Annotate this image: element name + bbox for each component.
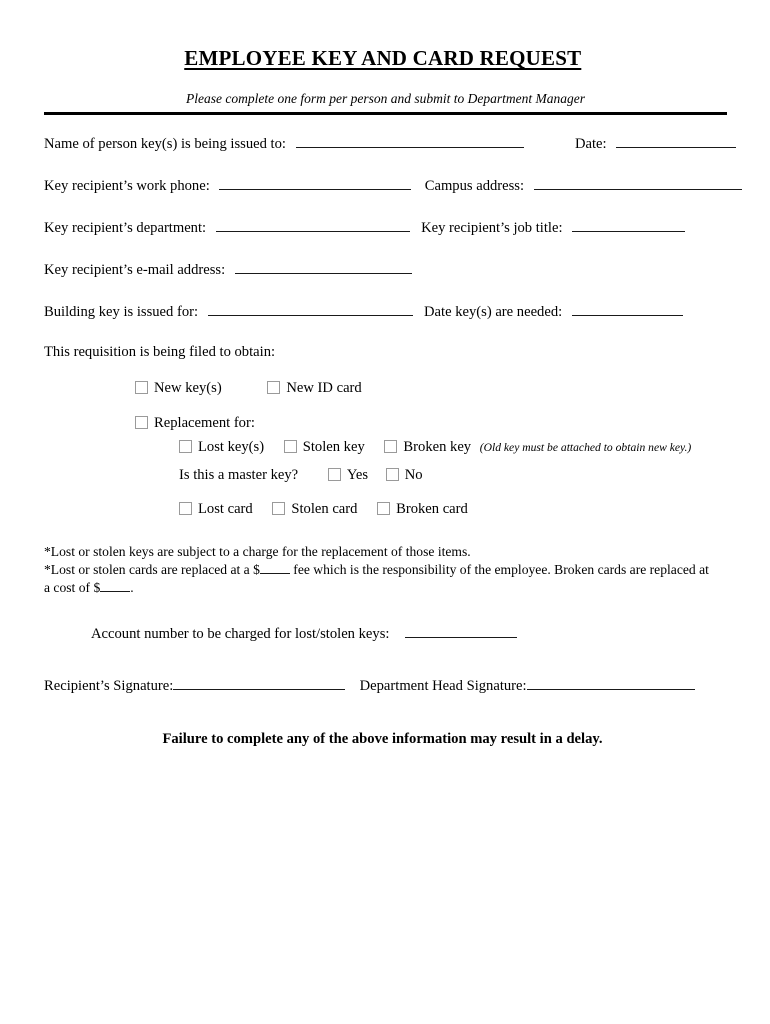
checkbox-broken-card[interactable]: Broken card bbox=[377, 500, 468, 518]
job-title-input[interactable] bbox=[572, 217, 686, 232]
name-label: Name of person key(s) is being issued to… bbox=[44, 135, 286, 152]
footnote-cards-fee-part1: *Lost or stolen cards are replaced at a … bbox=[44, 561, 260, 577]
date-label: Date: bbox=[574, 135, 607, 152]
header-divider bbox=[44, 111, 727, 115]
email-label: Key recipient’s e-mail address: bbox=[44, 261, 226, 278]
checkbox-lost-card[interactable]: Lost card bbox=[179, 500, 253, 518]
replacement-row: Replacement for: bbox=[44, 414, 727, 432]
checkbox-box-icon[interactable] bbox=[377, 502, 391, 516]
campus-address-input[interactable] bbox=[533, 175, 742, 190]
account-number-row: Account number to be charged for lost/st… bbox=[44, 623, 727, 643]
account-number-input[interactable] bbox=[405, 623, 518, 638]
document-body: EMPLOYEE KEY AND CARD REQUEST Please com… bbox=[44, 0, 742, 748]
checkbox-broken-key[interactable]: Broken key bbox=[384, 438, 471, 456]
department-input[interactable] bbox=[215, 217, 410, 232]
email-row: Key recipient’s e-mail address: bbox=[44, 259, 727, 279]
checkbox-broken-key-label: Broken key bbox=[403, 439, 472, 456]
checkbox-lost-card-label: Lost card bbox=[198, 501, 253, 518]
checkbox-box-icon[interactable] bbox=[384, 440, 398, 454]
page-title: EMPLOYEE KEY AND CARD REQUEST bbox=[44, 0, 727, 69]
checkbox-box-icon[interactable] bbox=[327, 468, 341, 482]
checkbox-stolen-key[interactable]: Stolen key bbox=[283, 438, 365, 456]
closing-statement: Failure to complete any of the above inf… bbox=[162, 731, 603, 748]
checkbox-new-id-card[interactable]: New ID card bbox=[267, 379, 362, 397]
department-head-signature-label: Department Head Signature: bbox=[359, 677, 527, 694]
checkbox-master-key-no-label: No bbox=[404, 467, 423, 484]
page-subtitle: Please complete one form per person and … bbox=[186, 91, 585, 106]
date-needed-label: Date key(s) are needed: bbox=[424, 304, 563, 321]
checkbox-box-icon[interactable] bbox=[385, 468, 399, 482]
card-replacement-options-row: Lost card Stolen card Broken card bbox=[44, 500, 727, 518]
card-fee-input[interactable] bbox=[259, 561, 290, 574]
footnote-cards-fee: *Lost or stolen cards are replaced at a … bbox=[44, 561, 727, 579]
checkbox-lost-keys-label: Lost key(s) bbox=[198, 439, 265, 456]
document-page: EMPLOYEE KEY AND CARD REQUEST Please com… bbox=[0, 0, 770, 1024]
department-label: Key recipient’s department: bbox=[44, 219, 207, 236]
campus-address-label: Campus address: bbox=[424, 177, 525, 194]
checkbox-box-icon[interactable] bbox=[267, 380, 281, 394]
footnote-broken-card-cost-part1: a cost of $ bbox=[44, 580, 101, 596]
checkbox-master-key-yes[interactable]: Yes bbox=[327, 466, 369, 484]
department-jobtitle-row: Key recipient’s department: Key recipien… bbox=[44, 217, 727, 237]
checkbox-master-key-yes-label: Yes bbox=[346, 467, 369, 484]
recipient-signature-input[interactable] bbox=[173, 675, 346, 690]
footnote-broken-card-cost-part2: . bbox=[130, 580, 134, 596]
account-number-label: Account number to be charged for lost/st… bbox=[91, 625, 390, 642]
broken-key-note: (Old key must be attached to obtain new … bbox=[479, 441, 692, 455]
master-key-row: Is this a master key? Yes No bbox=[44, 466, 727, 484]
footnote-cards-fee-part2: fee which is the responsibility of the e… bbox=[289, 561, 709, 577]
date-needed-input[interactable] bbox=[571, 301, 683, 317]
checkbox-replacement-for[interactable]: Replacement for: bbox=[135, 414, 255, 432]
building-key-label: Building key is issued for: bbox=[44, 304, 199, 321]
checkbox-replacement-for-label: Replacement for: bbox=[154, 414, 255, 431]
job-title-label: Key recipient’s job title: bbox=[421, 219, 563, 236]
checkbox-new-keys-label: New key(s) bbox=[154, 379, 222, 396]
broken-card-cost-input[interactable] bbox=[100, 579, 131, 593]
checkbox-lost-keys[interactable]: Lost key(s) bbox=[179, 438, 264, 456]
master-key-question: Is this a master key? bbox=[179, 467, 299, 484]
work-phone-input[interactable] bbox=[219, 175, 412, 190]
date-input[interactable] bbox=[616, 133, 737, 148]
building-key-row: Building key is issued for: Date key(s) … bbox=[44, 301, 727, 321]
checkbox-stolen-card[interactable]: Stolen card bbox=[272, 500, 357, 518]
phone-address-row: Key recipient’s work phone: Campus addre… bbox=[44, 175, 742, 195]
footnote-broken-card-cost: a cost of $. bbox=[44, 579, 727, 597]
page-title-text: EMPLOYEE KEY AND CARD REQUEST bbox=[184, 46, 582, 70]
department-head-signature-input[interactable] bbox=[526, 675, 695, 690]
checkbox-new-keys[interactable]: New key(s) bbox=[135, 379, 222, 397]
key-replacement-options-row: Lost key(s) Stolen key Broken key (Old k… bbox=[44, 438, 727, 456]
new-options-row: New key(s) New ID card bbox=[44, 379, 727, 397]
requisition-heading: This requisition is being filed to obtai… bbox=[44, 344, 276, 361]
checkbox-new-id-card-label: New ID card bbox=[286, 379, 362, 396]
work-phone-label: Key recipient’s work phone: bbox=[44, 177, 210, 194]
signature-row: Recipient’s Signature: Department Head S… bbox=[44, 675, 727, 695]
email-input[interactable] bbox=[234, 259, 412, 274]
checkbox-master-key-no[interactable]: No bbox=[385, 466, 423, 484]
checkbox-stolen-key-label: Stolen key bbox=[302, 439, 365, 456]
footnote-keys-charge: *Lost or stolen keys are subject to a ch… bbox=[44, 543, 471, 559]
checkbox-box-icon[interactable] bbox=[179, 502, 192, 516]
checkbox-box-icon[interactable] bbox=[135, 415, 148, 429]
checkbox-box-icon[interactable] bbox=[272, 502, 286, 516]
building-key-input[interactable] bbox=[207, 301, 413, 317]
checkbox-box-icon[interactable] bbox=[283, 440, 297, 454]
footnotes: *Lost or stolen keys are subject to a ch… bbox=[44, 543, 727, 597]
checkbox-broken-card-label: Broken card bbox=[396, 501, 468, 518]
checkbox-stolen-card-label: Stolen card bbox=[291, 501, 358, 518]
checkbox-box-icon[interactable] bbox=[179, 440, 192, 454]
name-date-row: Name of person key(s) is being issued to… bbox=[44, 133, 737, 153]
name-input[interactable] bbox=[295, 133, 524, 148]
recipient-signature-label: Recipient’s Signature: bbox=[44, 677, 174, 694]
checkbox-box-icon[interactable] bbox=[135, 380, 148, 394]
